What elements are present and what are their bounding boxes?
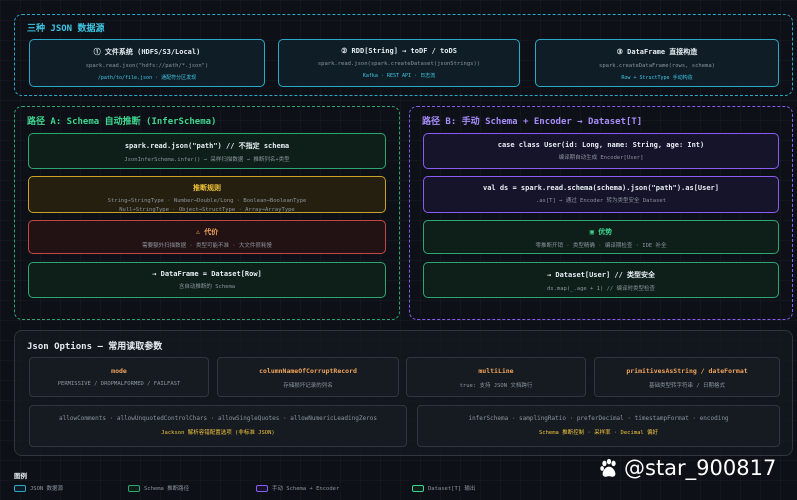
- source-card-note: Kafka · REST API · 日志流: [362, 73, 436, 79]
- source-card-title: ② RDD[String] → toDF / toDS: [341, 47, 457, 55]
- option-card-mode: mode PERMISSIVE / DROPMALFORMED / FAILFA…: [29, 357, 209, 397]
- legend-swatch: [128, 484, 140, 492]
- infer-read-desc: JsonInferSchema.infer() → 采样扫描数据 → 推断列名+…: [124, 157, 290, 163]
- infer-cost-desc: 需要额外扫描数据 · 类型可能不准 · 大文件很耗慢: [142, 243, 272, 249]
- legend-label: Schema 推断路径: [144, 486, 190, 492]
- legend-label: 手动 Schema + Encoder: [272, 486, 340, 492]
- option-group-desc: Jackson 解析容错配置选项 (非标准 JSON): [161, 430, 275, 436]
- path-a-title: 路径 A: Schema 自动推断 (InferSchema): [27, 117, 217, 127]
- path-b-section: 路径 B: 手动 Schema + Encoder → Dataset[T] c…: [409, 106, 793, 320]
- option-card-multiline: multiLine true: 支持 JSON 文档跨行: [406, 357, 586, 397]
- option-desc: true: 支持 JSON 文档跨行: [459, 383, 533, 389]
- case-class-box: case class User(id: Long, name: String, …: [423, 133, 779, 169]
- options-title: Json Options — 常用读取参数: [27, 342, 163, 352]
- legend-label: JSON 数据源: [30, 486, 64, 492]
- advantage-desc: 零推断开销 · 类型精确 · 编译期检查 · IDE 补全: [535, 243, 667, 249]
- option-desc: PERMISSIVE / DROPMALFORMED / FAILFAST: [57, 381, 181, 387]
- dataset-result-box: → Dataset[User] // 类型安全 ds.map(_.age + 1…: [423, 262, 779, 298]
- case-class-title: case class User(id: Long, name: String, …: [497, 141, 705, 149]
- option-desc: 存储损坏记录的列名: [283, 383, 333, 389]
- path-a-section: 路径 A: Schema 自动推断 (InferSchema) spark.re…: [14, 106, 400, 320]
- typed-read-box: val ds = spark.read.schema(schema).json(…: [423, 176, 779, 213]
- option-name: primitivesAsString / dateFormat: [626, 367, 748, 375]
- source-card-code: spark.createDataFrame(rows, schema): [599, 63, 715, 69]
- advantage-title: ▣ 优势: [589, 228, 613, 236]
- legend-label: Dataset[T] 输出: [428, 486, 476, 492]
- json-options-section: Json Options — 常用读取参数 mode PERMISSIVE / …: [14, 330, 793, 456]
- option-group-schema: inferSchema · samplingRatio · preferDeci…: [417, 405, 780, 447]
- paw-logo-icon: [600, 458, 616, 477]
- legend-item-infer-path: Schema 推断路径: [128, 484, 189, 492]
- case-class-desc: 编译期自动生成 Encoder[User]: [558, 155, 644, 161]
- option-desc: 基础类型转字符串 / 日期格式: [649, 383, 725, 389]
- source-card-filesystem: ① 文件系统 (HDFS/S3/Local) spark.read.json("…: [29, 39, 265, 87]
- legend-item-json-source: JSON 数据源: [14, 484, 63, 492]
- advantage-box: ▣ 优势 零推断开销 · 类型精确 · 编译期检查 · IDE 补全: [423, 220, 779, 254]
- legend-item-dataset-output: Dataset[T] 输出: [412, 484, 475, 492]
- source-card-code: spark.read.json("hdfs://path/*.json"): [85, 63, 209, 69]
- legend-swatch: [14, 484, 26, 492]
- source-card-title: ③ DataFrame 直接构造: [616, 48, 698, 56]
- option-name: columnNameOfCorruptRecord: [259, 367, 357, 375]
- source-card-note: /path/to/file.json · 通配符分区发现: [97, 75, 197, 81]
- legend-item-manual-schema: 手动 Schema + Encoder: [256, 484, 339, 492]
- typed-read-title: val ds = spark.read.schema(schema).json(…: [482, 184, 719, 192]
- infer-rules-title: 推断规则: [193, 184, 221, 192]
- path-b-title: 路径 B: 手动 Schema + Encoder → Dataset[T]: [422, 117, 643, 127]
- infer-rules-line1: String→StringType · Number→Double/Long ·…: [107, 198, 307, 204]
- infer-result-box: → DataFrame = Dataset[Row] 含自动推断的 Schema: [28, 262, 386, 298]
- dataset-result-title: → Dataset[User] // 类型安全: [546, 271, 656, 279]
- source-card-code: spark.read.json(spark.createDataset(json…: [317, 61, 481, 67]
- infer-read-box: spark.read.json("path") // 不指定 schema Js…: [28, 133, 386, 169]
- typed-read-desc: .as[T] → 通过 Encoder 转为类型安全 Dataset: [535, 198, 667, 204]
- infer-cost-box: ⚠ 代价 需要额外扫描数据 · 类型可能不准 · 大文件很耗慢: [28, 220, 386, 254]
- source-card-dataframe: ③ DataFrame 直接构造 spark.createDataFrame(r…: [535, 39, 779, 87]
- sources-title: 三种 JSON 数据源: [27, 24, 105, 34]
- dataset-result-desc: ds.map(_.age + 1) // 编译时类型检查: [546, 286, 656, 292]
- option-group-names: allowComments · allowUnquotedControlChar…: [59, 415, 377, 422]
- legend-title: 图例: [14, 472, 27, 480]
- option-name: multiLine: [478, 367, 514, 375]
- infer-result-desc: 含自动推断的 Schema: [178, 284, 236, 290]
- option-group-desc: Schema 推断控制 · 采样率 · Decimal 偏好: [538, 430, 659, 436]
- infer-read-title: spark.read.json("path") // 不指定 schema: [124, 142, 290, 150]
- infer-rules-line2: Null→StringType · Object→StructType · Ar…: [119, 207, 295, 214]
- infer-rules-box: 推断规则 String→StringType · Number→Double/L…: [28, 176, 386, 213]
- option-group-names: inferSchema · samplingRatio · preferDeci…: [468, 415, 729, 422]
- legend-swatch: [412, 484, 424, 492]
- watermark-text: @star_900817: [624, 456, 777, 480]
- option-card-corrupt-record: columnNameOfCorruptRecord 存储损坏记录的列名: [217, 357, 399, 397]
- infer-result-title: → DataFrame = Dataset[Row]: [152, 270, 262, 278]
- json-sources-section: 三种 JSON 数据源 ① 文件系统 (HDFS/S3/Local) spark…: [14, 14, 793, 96]
- option-name: mode: [111, 367, 127, 375]
- source-card-rdd: ② RDD[String] → toDF / toDS spark.read.j…: [278, 39, 520, 87]
- infer-cost-title: ⚠ 代价: [195, 228, 219, 236]
- option-group-jackson: allowComments · allowUnquotedControlChar…: [29, 405, 407, 447]
- option-card-primitives: primitivesAsString / dateFormat 基础类型转字符串…: [594, 357, 780, 397]
- source-card-title: ① 文件系统 (HDFS/S3/Local): [93, 48, 201, 56]
- legend-swatch: [256, 484, 268, 492]
- source-card-note: Row + StructType 手动构造: [621, 75, 693, 81]
- watermark: @star_900817: [598, 456, 776, 480]
